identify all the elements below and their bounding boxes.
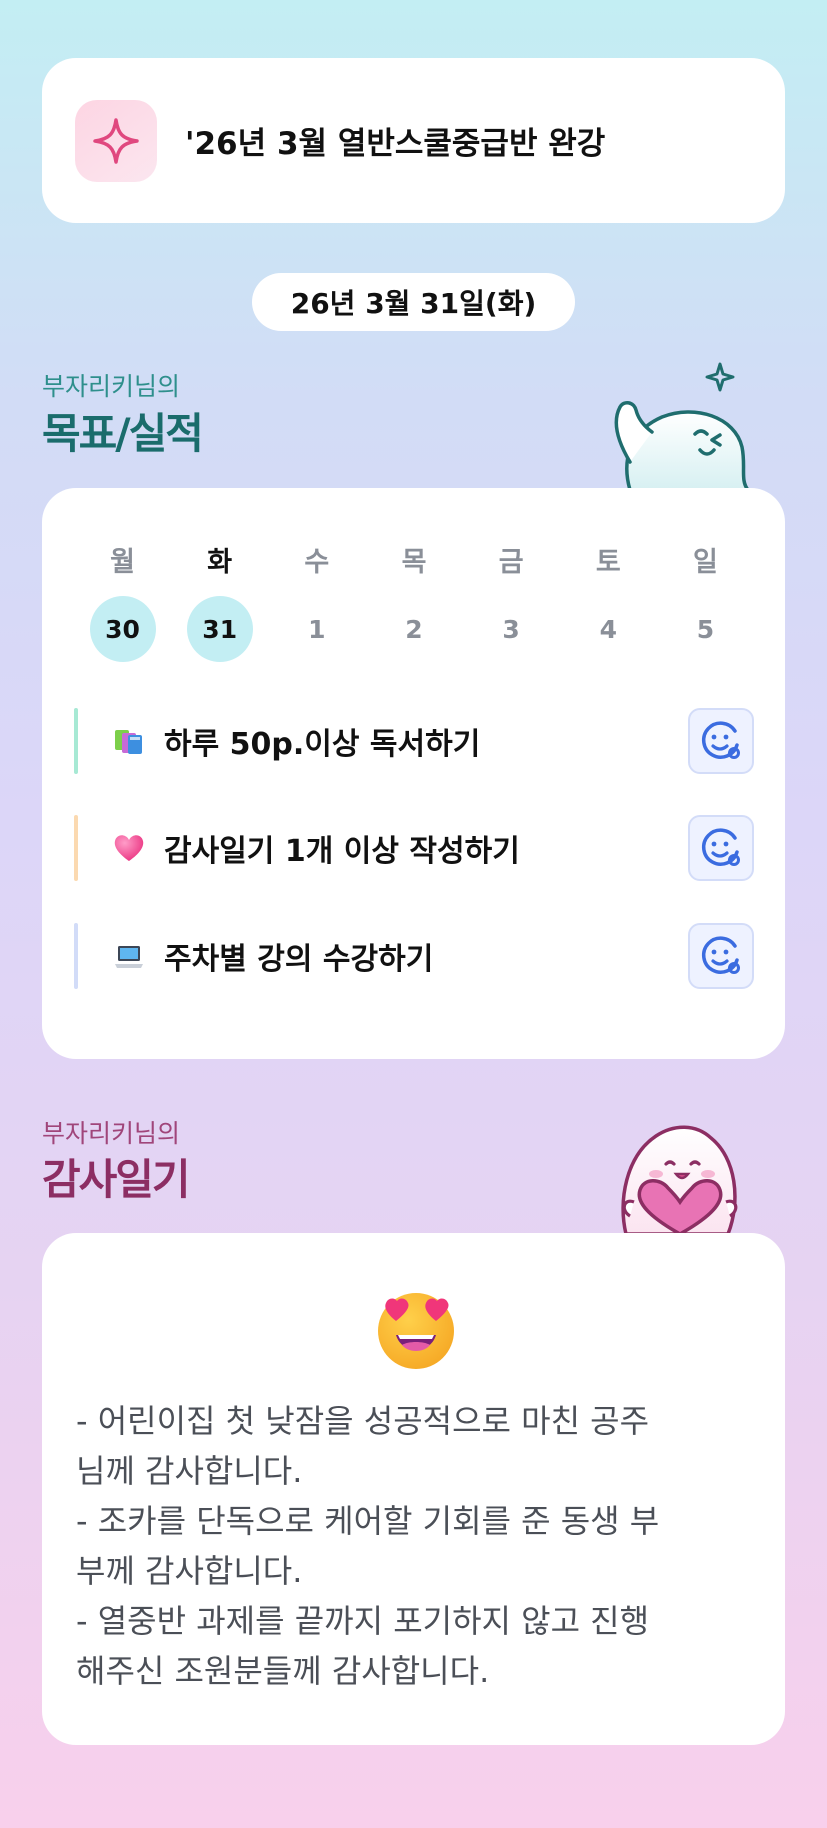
laptop-icon [112,939,146,973]
weekday-fri: 금 [498,547,524,578]
goal-banner: '26년 3월 열반스쿨중급반 완강 [42,58,785,223]
diary-title: 감사일기 [42,1155,191,1204]
goal-status-button[interactable] [688,708,754,774]
smile-status-icon [701,936,740,974]
day-31[interactable]: 31 [186,596,253,662]
weekday-sat: 토 [595,547,621,578]
goal-status-button[interactable] [688,923,754,989]
day-4[interactable]: 4 [575,596,641,662]
mascot-heart-icon [621,1125,738,1234]
diary-subtitle: 부자리키님의 [42,1119,181,1148]
heart-icon [112,831,146,865]
diary-line: 부께 감사합니다. [76,1552,303,1590]
weekday-wed: 수 [304,547,330,578]
diary-body: - 어린이집 첫 낮잠을 성공적으로 마친 공주 님께 감사합니다. - 조카를… [76,1396,756,1696]
weekday-thu: 목 [401,547,427,578]
goals-subtitle: 부자리키님의 [42,372,181,401]
diary-line: - 열중반 과제를 끝까지 포기하지 않고 진행 [76,1602,650,1640]
banner-title: '26년 3월 열반스쿨중급반 완강 [185,126,606,162]
day-5[interactable]: 5 [672,596,738,662]
heart-eyes-emoji-icon [378,1293,454,1369]
smile-status-icon [701,721,740,759]
goal-item: 감사일기 1개 이상 작성하기 [74,815,754,881]
goals-title: 목표/실적 [42,409,204,458]
goals-card: 월 화 수 목 금 토 일 30 31 1 2 3 4 5 하루 50p.이상 … [42,488,785,1059]
goal-color-bar [74,815,78,881]
day-3[interactable]: 3 [478,596,544,662]
weekday-header: 월 화 수 목 금 토 일 [74,540,754,579]
weekday-mon: 월 [110,547,135,578]
mascot-cheer-icon [614,362,751,490]
date-label: 26년 3월 31일(화) [252,273,575,331]
goal-color-bar [74,923,78,989]
day-30[interactable]: 30 [89,596,156,662]
goal-label: 하루 50p.이상 독서하기 [164,727,481,762]
sparkle-icon [75,99,157,182]
day-number-row: 30 31 1 2 3 4 5 [74,596,754,662]
smile-status-icon [701,828,740,866]
diary-card: - 어린이집 첫 낮잠을 성공적으로 마친 공주 님께 감사합니다. - 조카를… [42,1233,785,1745]
goal-item: 하루 50p.이상 독서하기 [74,708,754,774]
day-1[interactable]: 1 [284,596,350,662]
day-2[interactable]: 2 [381,596,447,662]
weekday-tue: 화 [207,547,233,578]
diary-line: 님께 감사합니다. [76,1452,303,1490]
diary-line: 해주신 조원분들께 감사합니다. [76,1652,490,1690]
goal-item: 주차별 강의 수강하기 [74,923,754,989]
goal-color-bar [74,708,78,774]
goal-status-button[interactable] [688,815,754,881]
books-icon [112,724,146,758]
diary-line: - 어린이집 첫 낮잠을 성공적으로 마친 공주 [76,1402,650,1440]
weekday-sun: 일 [692,547,718,578]
diary-line: - 조카를 단독으로 케어할 기회를 준 동생 부 [76,1502,660,1540]
goal-label: 감사일기 1개 이상 작성하기 [164,834,520,869]
goal-label: 주차별 강의 수강하기 [164,942,434,977]
